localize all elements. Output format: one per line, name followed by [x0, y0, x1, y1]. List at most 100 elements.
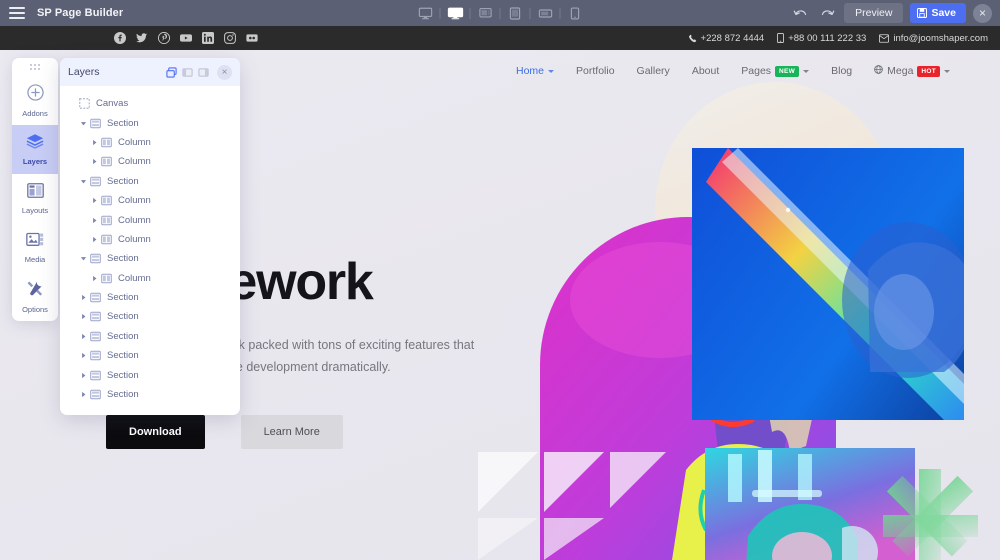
layer-row-section[interactable]: Section [60, 385, 240, 404]
device-desktop-button[interactable] [441, 0, 470, 26]
flickr-icon[interactable] [246, 32, 258, 44]
nav-badge-hot: HOT [917, 65, 941, 77]
nav-item-gallery[interactable]: Gallery [637, 65, 670, 77]
tablet-icon [509, 6, 521, 20]
layer-row-column[interactable]: Column [60, 269, 240, 288]
nav-item-portfolio[interactable]: Portfolio [576, 65, 615, 77]
sidebar-drag-handle[interactable] [12, 58, 58, 76]
layer-row-section[interactable]: Section [60, 365, 240, 384]
email-contact[interactable]: info@joomshaper.com [879, 33, 988, 44]
layer-row-column[interactable]: Column [60, 191, 240, 210]
layer-row-section[interactable]: Section [60, 249, 240, 268]
layers-panel-header: Layers × [60, 58, 240, 86]
download-button[interactable]: Download [106, 415, 205, 450]
builder-tool-sidebar: Addons Layers Layouts Media Options [12, 58, 58, 321]
close-layers-panel-button[interactable]: × [217, 64, 232, 80]
layer-row-section[interactable]: Section [60, 288, 240, 307]
redo-icon[interactable] [817, 3, 837, 23]
nav-item-home[interactable]: Home [516, 65, 555, 77]
chevron-right-icon[interactable] [78, 391, 89, 398]
chevron-right-icon[interactable] [89, 236, 100, 243]
save-button[interactable]: Save [910, 3, 966, 23]
linkedin-icon[interactable] [202, 32, 214, 44]
layer-row-canvas[interactable]: Canvas [60, 94, 240, 113]
phone-contact[interactable]: +228 872 4444 [688, 32, 765, 44]
layer-row-section[interactable]: Section [60, 113, 240, 132]
nav-item-pages[interactable]: Pages NEW [741, 65, 810, 77]
device-desktop-large-button[interactable] [411, 0, 440, 26]
sidebar-item-addons[interactable]: Addons [12, 76, 58, 125]
site-contact-bar: +228 872 4444 +88 00 111 222 33 info@joo… [0, 26, 1000, 50]
layers-tree: Canvas Section Column Column Section Column Co… [60, 86, 240, 415]
layer-label: Canvas [96, 98, 129, 110]
detach-panel-icon[interactable] [166, 66, 177, 78]
chevron-right-icon[interactable] [89, 217, 100, 224]
sidebar-item-layers[interactable]: Layers [12, 125, 58, 174]
chevron-right-icon[interactable] [89, 139, 100, 146]
device-tablet-landscape-button[interactable] [531, 0, 560, 26]
twitter-icon[interactable] [136, 32, 148, 44]
chevron-right-icon[interactable] [78, 372, 89, 379]
chevron-right-icon[interactable] [78, 294, 89, 301]
layer-label: Column [118, 272, 151, 284]
pinterest-icon[interactable] [158, 32, 170, 44]
layer-row-section[interactable]: Section [60, 307, 240, 326]
close-builder-button[interactable]: × [973, 3, 992, 23]
section-icon [89, 176, 102, 187]
mobile-number: +88 00 111 222 33 [788, 32, 867, 44]
device-preview-switcher [411, 0, 590, 26]
device-tablet-portrait-button[interactable] [501, 0, 530, 26]
chevron-right-icon[interactable] [78, 352, 89, 359]
undo-icon[interactable] [790, 3, 810, 23]
layer-row-section[interactable]: Section [60, 172, 240, 191]
display-icon [447, 7, 463, 20]
nav-item-about[interactable]: About [692, 65, 719, 77]
chevron-down-icon[interactable] [78, 178, 89, 185]
sidebar-item-options[interactable]: Options [12, 272, 58, 321]
layer-row-section[interactable]: Section [60, 346, 240, 365]
nav-item-blog[interactable]: Blog [831, 65, 852, 77]
layer-row-column[interactable]: Column [60, 210, 240, 229]
facebook-icon[interactable] [114, 32, 126, 44]
phone-number: +228 872 4444 [700, 32, 765, 44]
chevron-right-icon[interactable] [78, 333, 89, 340]
preview-button[interactable]: Preview [844, 3, 904, 23]
column-icon [100, 156, 113, 167]
device-laptop-button[interactable] [471, 0, 500, 26]
plus-circle-icon [26, 83, 44, 106]
youtube-icon[interactable] [180, 32, 192, 44]
layouts-icon [26, 182, 44, 203]
nav-item-label: About [691, 65, 720, 77]
layer-row-column[interactable]: Column [60, 152, 240, 171]
nav-item-mega[interactable]: Mega HOT [874, 65, 951, 77]
layer-label: Section [107, 350, 139, 362]
chevron-right-icon[interactable] [78, 313, 89, 320]
layers-panel: Layers × Canvas Section Column Column Sectio… [60, 58, 240, 415]
sidebar-item-label: Addons [22, 108, 48, 118]
device-mobile-button[interactable] [561, 0, 590, 26]
chevron-right-icon[interactable] [89, 158, 100, 165]
blue-circle-decoration [842, 526, 878, 560]
dock-right-icon[interactable] [198, 67, 209, 78]
triangle-pattern [478, 452, 666, 560]
layer-row-column[interactable]: Column [60, 230, 240, 249]
chevron-down-icon[interactable] [78, 255, 89, 262]
instagram-icon[interactable] [224, 32, 236, 44]
app-title: SP Page Builder [37, 7, 124, 19]
nav-item-label: Mega [887, 65, 914, 77]
sidebar-item-media[interactable]: Media [12, 223, 58, 272]
chevron-right-icon[interactable] [89, 197, 100, 204]
chevron-down-icon[interactable] [78, 120, 89, 127]
section-icon [89, 331, 102, 342]
sidebar-item-layouts[interactable]: Layouts [12, 174, 58, 223]
nav-item-label: Portfolio [576, 65, 615, 77]
email-address: info@joomshaper.com [893, 32, 988, 44]
hamburger-icon[interactable] [9, 7, 25, 19]
layer-row-section[interactable]: Section [60, 327, 240, 346]
grid-globe-icon [874, 65, 883, 77]
dock-left-icon[interactable] [182, 67, 193, 78]
learn-more-button[interactable]: Learn More [240, 415, 343, 450]
chevron-right-icon[interactable] [89, 275, 100, 282]
mobile-contact[interactable]: +88 00 111 222 33 [777, 33, 866, 44]
layer-row-column[interactable]: Column [60, 133, 240, 152]
